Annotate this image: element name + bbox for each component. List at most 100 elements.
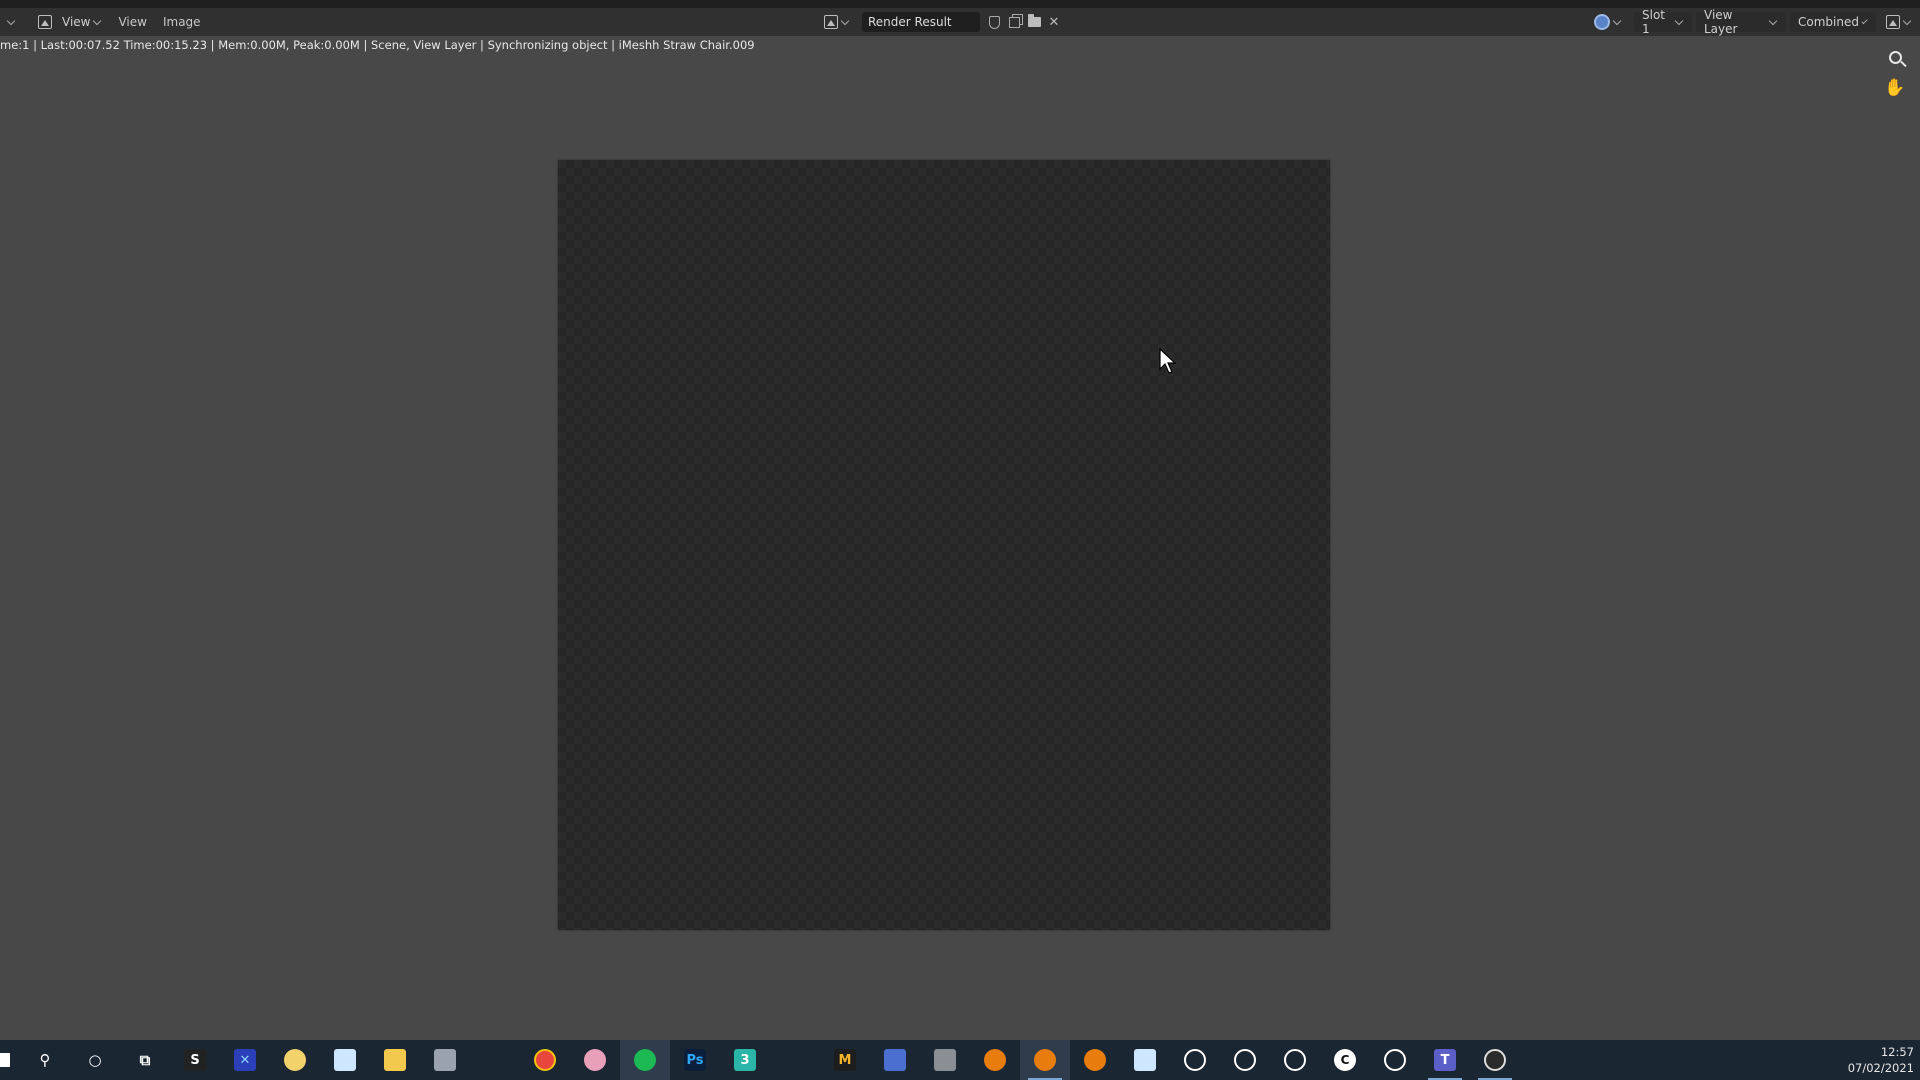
chevron-down-icon: [1768, 16, 1778, 25]
app-emoji-icon[interactable]: [270, 1040, 320, 1080]
folder-icon: [1027, 14, 1041, 27]
app-printer-icon[interactable]: [920, 1040, 970, 1080]
calculator-icon[interactable]: [420, 1040, 470, 1080]
blender-2-glyph: [1084, 1049, 1106, 1071]
pan-gizmo[interactable]: ✋: [1882, 75, 1908, 101]
app-printer-glyph: [934, 1049, 956, 1071]
app-c-glyph: C: [1334, 1049, 1356, 1071]
display-channels-dropdown[interactable]: [1590, 11, 1630, 33]
sidebar-toggle-dropdown[interactable]: [1882, 11, 1920, 33]
app-s-icon[interactable]: S: [170, 1040, 220, 1080]
file-explorer-glyph: [384, 1049, 406, 1071]
image-name-field[interactable]: Render Result: [862, 12, 980, 32]
task-view-icon[interactable]: ⧉: [120, 1040, 170, 1080]
render-pass-dropdown[interactable]: Combined: [1790, 12, 1876, 32]
view-layer-dropdown[interactable]: View Layer: [1696, 8, 1786, 36]
editor-type-dropdown[interactable]: [0, 11, 24, 33]
chevron-down-icon: [1612, 16, 1622, 25]
cortana-icon[interactable]: ○: [70, 1040, 120, 1080]
app-m-icon[interactable]: M: [820, 1040, 870, 1080]
image-editor-icon: [38, 15, 52, 29]
app-bars-glyph: [484, 1049, 506, 1071]
blender-active-icon[interactable]: [1020, 1040, 1070, 1080]
image-browse-button[interactable]: [820, 11, 858, 33]
zoom-icon: [1888, 50, 1902, 64]
app-x-icon[interactable]: ✕: [220, 1040, 270, 1080]
slot-label: Slot 1: [1642, 8, 1665, 36]
teams-icon[interactable]: T: [1420, 1040, 1470, 1080]
blender-glyph: [984, 1049, 1006, 1071]
app-ring-2-glyph: [1234, 1049, 1256, 1071]
obs-icon[interactable]: [1470, 1040, 1520, 1080]
app-x-glyph: ✕: [234, 1049, 256, 1071]
app-ring-1-icon[interactable]: [1170, 1040, 1220, 1080]
photoshop-glyph: Ps: [684, 1049, 706, 1071]
windows-taskbar: ⚲ ○ ⧉ S ✕ Ps 3 M C T 12:57 07/02/2021: [0, 1040, 1920, 1080]
slot-dropdown[interactable]: Slot 1: [1634, 8, 1692, 36]
cortana-glyph: ○: [88, 1051, 102, 1069]
app-bars-icon[interactable]: [470, 1040, 520, 1080]
hand-icon: ✋: [1884, 78, 1906, 98]
start-button[interactable]: [0, 1040, 20, 1080]
image-editor-header: View View Image Render Result ✕ Slot 1 V…: [0, 8, 1920, 36]
fake-user-button[interactable]: [984, 12, 1004, 32]
windows-logo-icon: [0, 1053, 10, 1067]
app-store-icon[interactable]: [320, 1040, 370, 1080]
chevron-down-icon: [1861, 17, 1868, 24]
duplicate-icon: [1008, 16, 1020, 28]
chrome-icon[interactable]: [520, 1040, 570, 1080]
image-editor-icon: [1886, 15, 1900, 29]
app-ring-2-icon[interactable]: [1220, 1040, 1270, 1080]
view-layer-label: View Layer: [1704, 8, 1738, 36]
chrome-glyph: [534, 1049, 556, 1071]
render-status-text: me:1 | Last:00:07.52 Time:00:15.23 | Mem…: [0, 38, 755, 52]
app-sketch-icon[interactable]: [770, 1040, 820, 1080]
blender-image-editor: View View Image Render Result ✕ Slot 1 V…: [0, 0, 1920, 1080]
chevron-down-icon: [93, 16, 102, 25]
zoom-gizmo[interactable]: [1882, 44, 1908, 70]
app-doc-glyph: [884, 1049, 906, 1071]
photoshop-icon[interactable]: Ps: [670, 1040, 720, 1080]
calculator-glyph: [434, 1049, 456, 1071]
header-right: Slot 1 View Layer Combined: [1590, 8, 1920, 36]
header-center: Render Result ✕: [820, 8, 1064, 36]
render-pass-label: Combined: [1798, 15, 1859, 29]
window-title-bar: [0, 0, 1920, 8]
app-window-icon[interactable]: [1120, 1040, 1170, 1080]
close-icon: ✕: [1048, 14, 1060, 30]
unity-icon[interactable]: [1370, 1040, 1420, 1080]
menu-image[interactable]: Image: [155, 11, 209, 33]
unlink-image-button[interactable]: ✕: [1044, 12, 1064, 32]
header-left: View View Image: [0, 8, 209, 36]
clock-date: 07/02/2021: [1847, 1061, 1914, 1075]
file-explorer-icon[interactable]: [370, 1040, 420, 1080]
view-mode-dropdown[interactable]: View: [34, 11, 110, 33]
chevron-down-icon: [1674, 16, 1684, 25]
render-result-canvas[interactable]: [558, 160, 1330, 930]
blender-active-glyph: [1034, 1049, 1056, 1071]
app-c-icon[interactable]: C: [1320, 1040, 1370, 1080]
system-clock[interactable]: 12:57 07/02/2021: [1848, 1040, 1914, 1080]
app-doc-icon[interactable]: [870, 1040, 920, 1080]
app-brain-icon[interactable]: [570, 1040, 620, 1080]
new-image-button[interactable]: [1004, 12, 1024, 32]
app-ring-3-glyph: [1284, 1049, 1306, 1071]
app-sketch-glyph: [784, 1049, 806, 1071]
menu-view[interactable]: View: [110, 11, 154, 33]
search-glyph: ⚲: [39, 1051, 51, 1069]
chevron-down-icon: [840, 16, 850, 25]
app-emoji-glyph: [284, 1049, 306, 1071]
blender-2-icon[interactable]: [1070, 1040, 1120, 1080]
spotify-icon[interactable]: [620, 1040, 670, 1080]
app-3-icon[interactable]: 3: [720, 1040, 770, 1080]
app-ring-1-glyph: [1184, 1049, 1206, 1071]
blender-icon[interactable]: [970, 1040, 1020, 1080]
image-icon: [824, 15, 838, 29]
app-ring-3-icon[interactable]: [1270, 1040, 1320, 1080]
open-image-button[interactable]: [1024, 12, 1044, 32]
app-m-glyph: M: [834, 1049, 856, 1071]
search-icon[interactable]: ⚲: [20, 1040, 70, 1080]
task-view-glyph: ⧉: [139, 1051, 151, 1069]
obs-glyph: [1484, 1049, 1506, 1071]
app-window-glyph: [1134, 1049, 1156, 1071]
